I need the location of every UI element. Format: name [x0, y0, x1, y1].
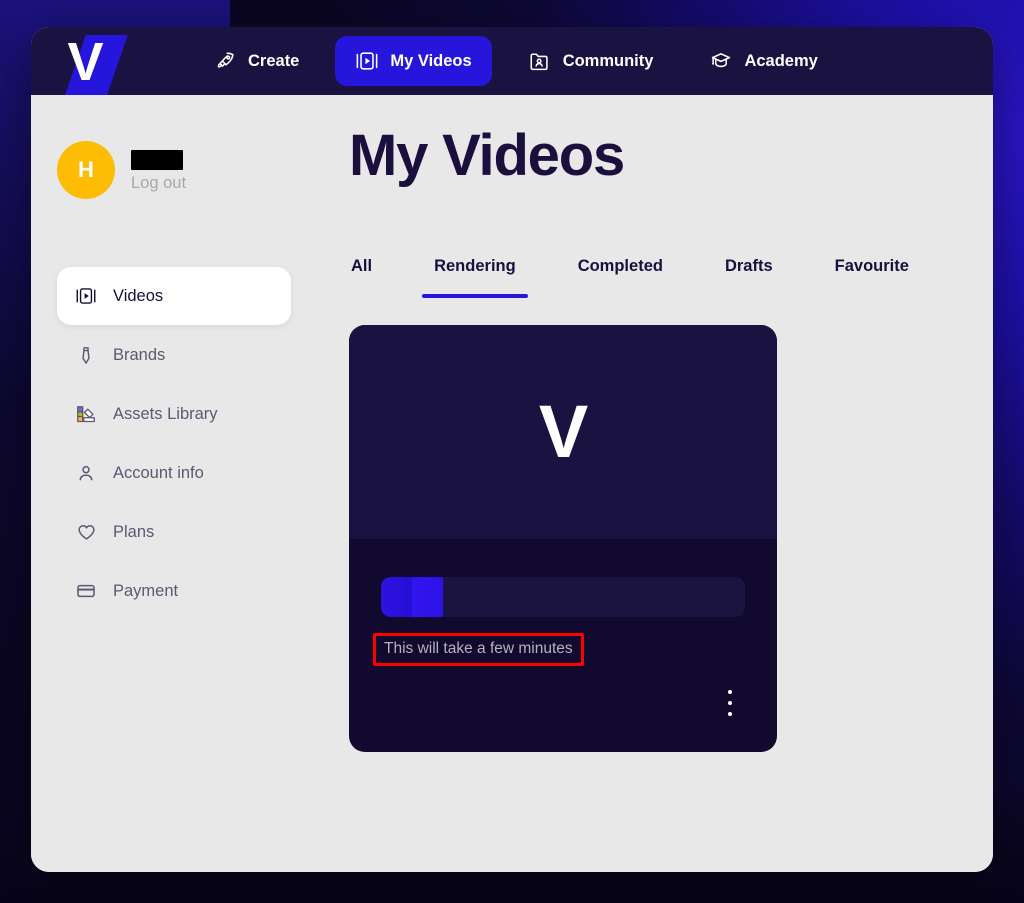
assets-icon [75, 403, 97, 425]
academy-icon [709, 49, 733, 73]
tie-icon [75, 344, 97, 366]
sidebar-item-label: Assets Library [113, 404, 218, 423]
user-block: H Log out [31, 139, 319, 201]
render-progress-area: This will take a few minutes [349, 539, 777, 666]
nav-item-create[interactable]: Create [193, 36, 319, 86]
nav-item-label: Community [562, 51, 654, 70]
tab-bar: All Rendering Completed Drafts Favourite [349, 257, 953, 298]
sidebar-item-videos[interactable]: Videos [57, 267, 291, 325]
main-column: My Videos All Rendering Completed Drafts… [319, 95, 993, 872]
more-vertical-icon[interactable] [719, 689, 741, 716]
thumbnail-logo-letter: V [538, 390, 588, 473]
card-icon [75, 580, 97, 602]
video-icon [75, 285, 97, 307]
nav-item-label: Create [248, 51, 300, 70]
tab-drafts[interactable]: Drafts [725, 257, 773, 298]
progress-bar-fill [381, 577, 443, 617]
nav-item-my-videos[interactable]: My Videos [335, 36, 492, 86]
app-window: V Create My Videos Community Academy H L… [31, 27, 993, 872]
nav-items: Create My Videos Community Academy [193, 36, 838, 86]
username-redacted-bar [131, 149, 183, 170]
menu-dot [728, 700, 732, 705]
sidebar-item-label: Brands [113, 345, 166, 364]
video-card-footer [349, 666, 777, 752]
heart-icon [75, 521, 97, 543]
person-icon [75, 462, 97, 484]
sidebar-item-label: Account info [113, 463, 204, 482]
user-text: Log out [131, 148, 186, 193]
video-icon [355, 49, 379, 73]
sidebar-item-plans[interactable]: Plans [57, 510, 291, 554]
left-column: H Log out Videos Brands Assets Library A… [31, 95, 319, 872]
tab-completed[interactable]: Completed [578, 257, 663, 298]
menu-dot [728, 711, 732, 716]
sidebar-item-brands[interactable]: Brands [57, 333, 291, 377]
sidebar-item-account-info[interactable]: Account info [57, 451, 291, 495]
render-status-text: This will take a few minutes [384, 640, 573, 657]
sidebar-item-label: Plans [113, 522, 155, 541]
tab-rendering[interactable]: Rendering [422, 257, 528, 298]
video-card[interactable]: V This will take a few minutes [349, 325, 777, 752]
page-title: My Videos [349, 123, 625, 188]
sidebar: Videos Brands Assets Library Account inf… [31, 267, 319, 613]
progress-bar-track [381, 577, 745, 617]
tab-favourite[interactable]: Favourite [835, 257, 909, 298]
video-grid: V This will take a few minutes [349, 325, 953, 752]
sidebar-item-label: Payment [113, 581, 179, 600]
video-thumbnail[interactable]: V [349, 325, 777, 539]
tab-all[interactable]: All [351, 257, 372, 298]
logo-letter: V [67, 32, 103, 92]
page-body: H Log out Videos Brands Assets Library A… [31, 95, 993, 872]
logout-link[interactable]: Log out [131, 174, 186, 193]
status-annotation-box: This will take a few minutes [373, 633, 584, 666]
top-navigation-bar: V Create My Videos Community Academy [31, 27, 993, 95]
sidebar-item-assets-library[interactable]: Assets Library [57, 392, 291, 436]
app-logo[interactable]: V [31, 27, 139, 95]
avatar[interactable]: H [57, 141, 115, 199]
nav-item-label: My Videos [390, 51, 472, 70]
nav-item-academy[interactable]: Academy [689, 36, 837, 86]
menu-dot [728, 689, 732, 694]
nav-item-community[interactable]: Community [508, 36, 674, 86]
community-icon [528, 49, 552, 73]
sidebar-item-payment[interactable]: Payment [57, 569, 291, 613]
nav-item-label: Academy [744, 51, 818, 70]
rocket-icon [213, 49, 237, 73]
sidebar-item-label: Videos [113, 286, 164, 305]
